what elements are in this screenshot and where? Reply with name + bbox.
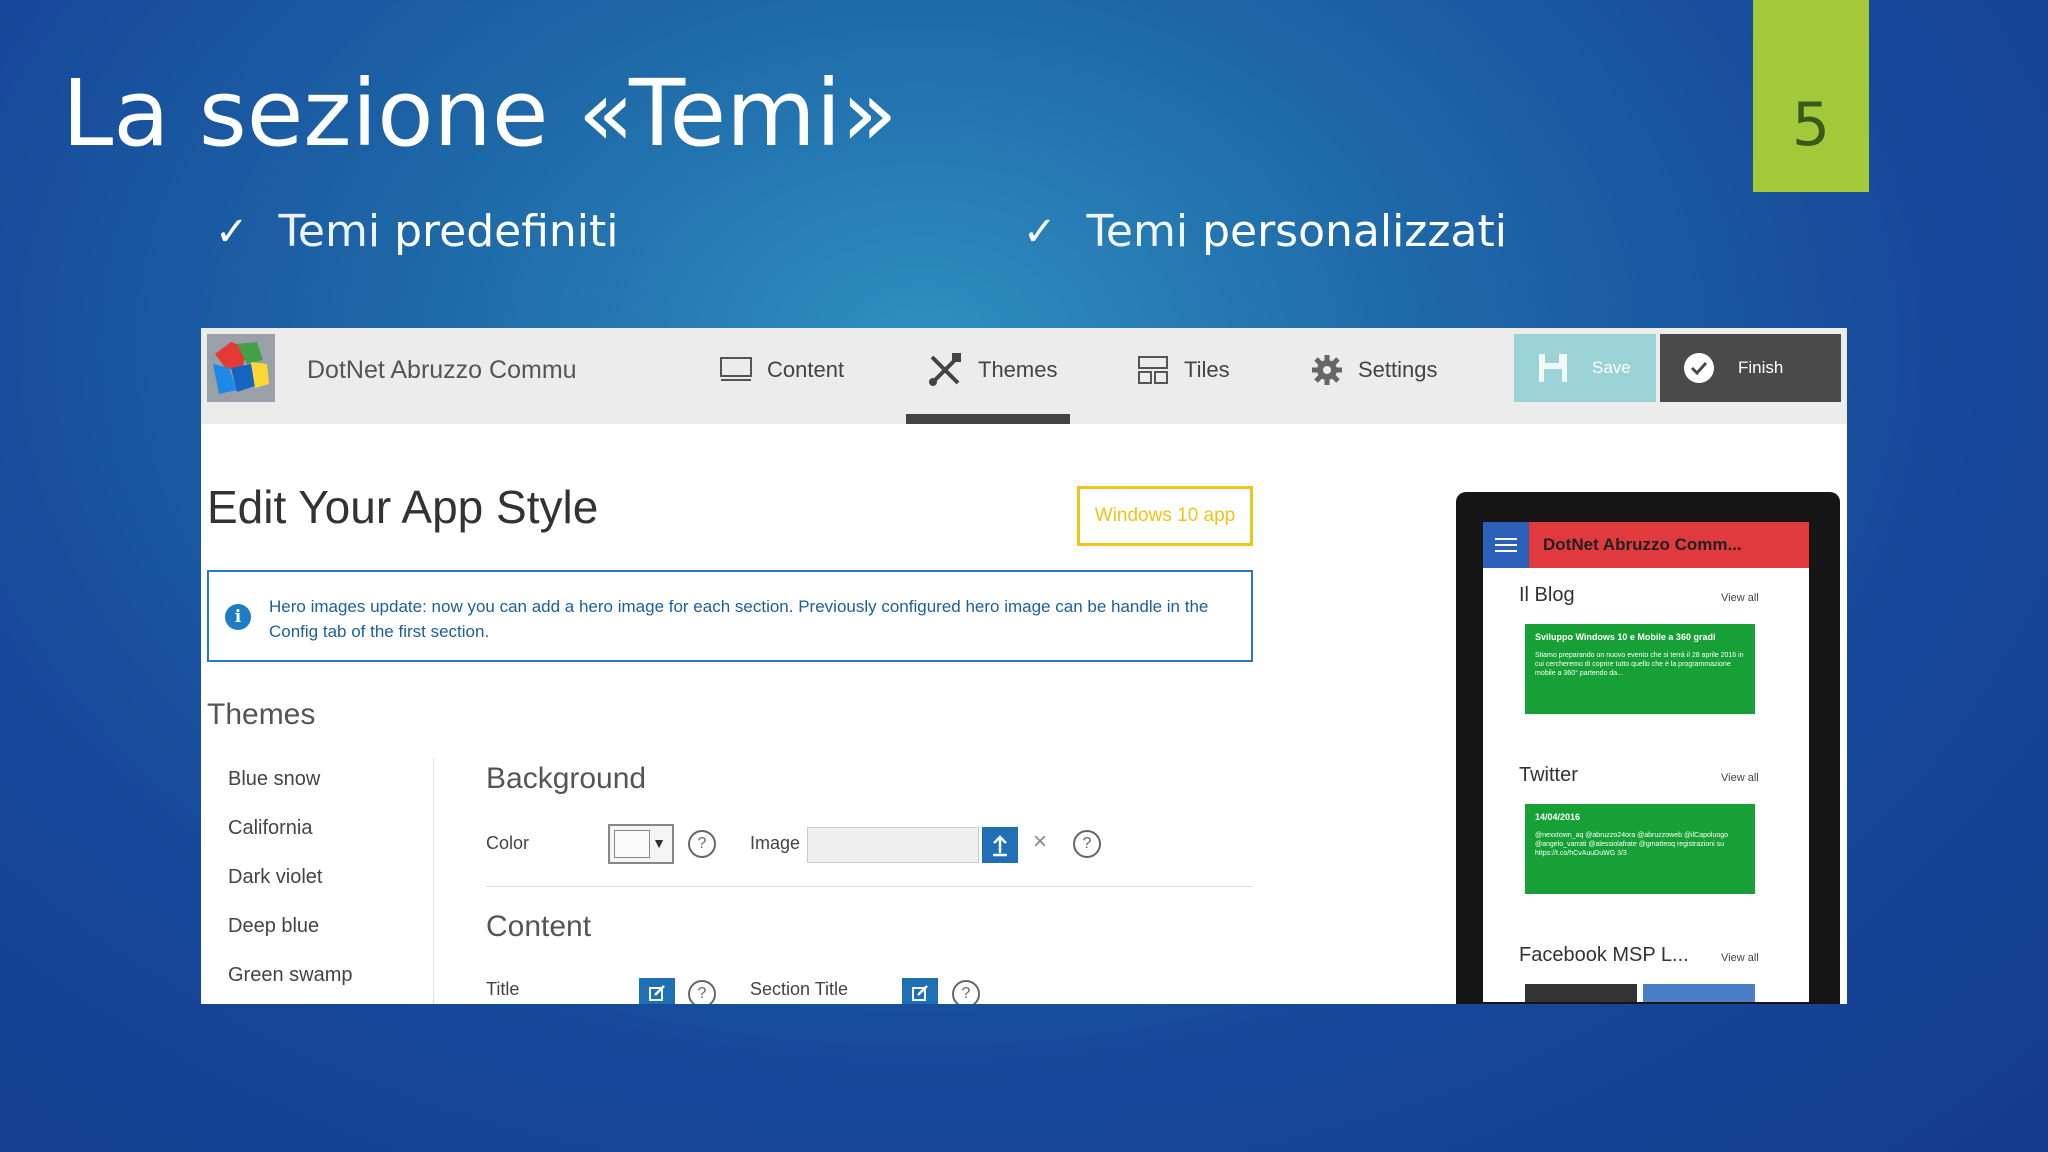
preview-thumbnail — [1525, 984, 1637, 1002]
theme-item[interactable]: Deep blue — [228, 915, 353, 964]
edit-section-title-button[interactable] — [902, 978, 938, 1004]
slide-number: 5 — [1753, 0, 1869, 192]
chevron-down-icon: ▼ — [652, 835, 666, 851]
preview-section-facebook: Facebook MSP L... — [1519, 944, 1689, 966]
color-swatch — [614, 830, 650, 858]
help-icon[interactable]: ? — [1073, 830, 1101, 858]
edit-icon — [912, 985, 928, 1001]
theme-item[interactable]: Blue snow — [228, 768, 353, 817]
theme-item[interactable]: Dark violet — [228, 866, 353, 915]
view-all-link[interactable]: View all — [1721, 772, 1759, 784]
tablet-screen: DotNet Abruzzo Comm... Il Blog View all … — [1483, 522, 1809, 1002]
preview-twitter-card[interactable]: 14/04/2016 @nexxtown_aq @abruzzo24ora @a… — [1525, 804, 1755, 894]
preview-section-twitter: Twitter — [1519, 764, 1578, 786]
edit-icon — [649, 985, 665, 1001]
themes-heading: Themes — [207, 698, 316, 731]
tab-settings[interactable]: Settings — [1310, 348, 1438, 392]
check-circle-icon — [1684, 353, 1714, 383]
active-tab-indicator — [906, 414, 1070, 424]
gear-icon — [1312, 355, 1342, 385]
color-label: Color — [486, 833, 530, 853]
finish-button[interactable]: Finish — [1660, 334, 1841, 402]
bullet-light-text: Temi — [1086, 206, 1189, 257]
theme-list: Blue snow California Dark violet Deep bl… — [228, 768, 353, 1004]
help-icon[interactable]: ? — [688, 830, 716, 858]
tab-tiles[interactable]: Tiles — [1136, 348, 1230, 392]
section-title-label: Section Title — [750, 979, 849, 999]
upload-icon — [993, 835, 1007, 857]
finish-button-label: Finish — [1738, 358, 1784, 377]
info-text: Hero images update: now you can add a he… — [269, 597, 1209, 641]
info-icon: i — [225, 604, 251, 630]
tiles-icon — [1138, 356, 1168, 384]
content-heading: Content — [486, 910, 592, 943]
background-heading: Background — [486, 762, 647, 795]
color-picker[interactable]: ▼ — [608, 824, 674, 864]
slide-number-text: 5 — [1791, 90, 1831, 160]
preview-thumbnail — [1643, 984, 1755, 1002]
hamburger-menu-icon[interactable] — [1483, 522, 1529, 568]
checkmark-icon: ✓ — [215, 208, 249, 255]
theme-item[interactable]: Green swamp — [228, 964, 353, 1004]
card-body: Stiamo preparando un nuovo evento che si… — [1535, 652, 1744, 677]
card-title: Sviluppo Windows 10 e Mobile a 360 gradi — [1535, 632, 1716, 642]
page-heading: Edit Your App Style — [207, 481, 599, 533]
save-button[interactable]: Save — [1514, 334, 1656, 402]
top-nav-bar: DotNet Abruzzo Commu Content Themes Tile… — [201, 328, 1847, 424]
vertical-divider — [433, 758, 434, 1004]
title-label: Title — [486, 979, 520, 999]
card-body: @nexxtown_aq @abruzzo24ora @abruzzoweb @… — [1535, 832, 1729, 857]
tab-themes[interactable]: Themes — [926, 348, 1057, 392]
image-path-input[interactable] — [807, 827, 979, 863]
tab-tiles-label: Tiles — [1184, 357, 1230, 382]
tools-icon — [929, 353, 961, 386]
bullet-predefined: ✓ Temi predefiniti — [215, 206, 619, 257]
theme-item[interactable]: California — [228, 817, 353, 866]
card-title: 14/04/2016 — [1535, 812, 1581, 822]
slide-title: La sezione «Temi» — [62, 60, 898, 167]
app-screenshot: DotNet Abruzzo Commu Content Themes Tile… — [201, 328, 1847, 1004]
tablet-preview: DotNet Abruzzo Comm... Il Blog View all … — [1456, 492, 1840, 1004]
upload-button[interactable] — [982, 827, 1018, 863]
horizontal-divider — [486, 886, 1253, 887]
preview-section-blog: Il Blog — [1519, 584, 1575, 606]
tab-themes-label: Themes — [978, 357, 1058, 382]
preview-blog-card[interactable]: Sviluppo Windows 10 e Mobile a 360 gradi… — [1525, 624, 1755, 714]
bullet-strong-text: predefiniti — [394, 206, 619, 257]
bullet-light-text: Temi — [278, 206, 381, 257]
preview-header: DotNet Abruzzo Comm... — [1483, 522, 1809, 568]
tab-settings-label: Settings — [1358, 357, 1438, 382]
tab-content[interactable]: Content — [719, 348, 844, 392]
app-name: DotNet Abruzzo Commu — [307, 356, 577, 384]
monitor-icon — [720, 357, 752, 381]
view-all-link[interactable]: View all — [1721, 952, 1759, 964]
app-logo — [207, 334, 275, 402]
clear-image-icon[interactable]: × — [1033, 828, 1047, 856]
image-label: Image — [750, 833, 801, 853]
bullet-custom: ✓ Temi personalizzati — [1023, 206, 1507, 257]
preview-app-title: DotNet Abruzzo Comm... — [1543, 535, 1742, 554]
bullet-strong-text: personalizzati — [1202, 206, 1507, 257]
help-icon[interactable]: ? — [688, 980, 716, 1004]
edit-title-button[interactable] — [639, 978, 675, 1004]
save-icon — [1539, 354, 1567, 382]
view-all-link[interactable]: View all — [1721, 592, 1759, 604]
info-message: i Hero images update: now you can add a … — [207, 570, 1253, 662]
save-button-label: Save — [1592, 358, 1631, 377]
tab-content-label: Content — [767, 357, 845, 382]
windows-10-app-badge[interactable]: Windows 10 app — [1077, 486, 1253, 546]
help-icon[interactable]: ? — [952, 980, 980, 1004]
checkmark-icon: ✓ — [1023, 208, 1057, 255]
